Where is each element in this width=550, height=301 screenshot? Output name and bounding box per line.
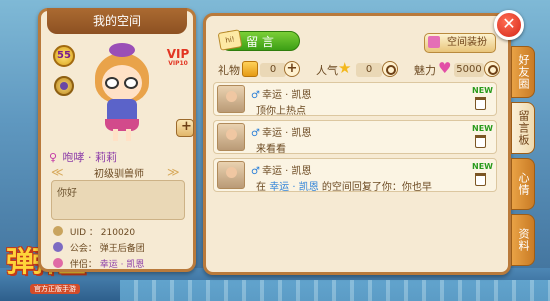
- male-icon: ♂: [251, 128, 260, 139]
- popularity-search-icon[interactable]: [382, 61, 398, 77]
- uid-row: UID ： 210020: [53, 225, 135, 238]
- message-item[interactable]: ♂ 幸运 · 凯恩 来看看 NEW: [213, 120, 497, 155]
- level-badge: 55: [53, 45, 75, 67]
- vip-label: VIP: [166, 47, 190, 61]
- tab-message-board[interactable]: 留言板: [511, 102, 535, 154]
- tab-friends-circle[interactable]: 好友圈: [511, 46, 535, 98]
- message-text-pre: 在: [256, 182, 266, 193]
- message-item[interactable]: ♂ 幸运 · 凯恩 顶你上热点 NEW: [213, 82, 497, 117]
- new-badge: NEW: [472, 86, 493, 95]
- gift-value: 0: [260, 63, 286, 77]
- character-avatar: [85, 41, 159, 141]
- gift-icon: [242, 61, 258, 77]
- profile-panel: 我的空间 55 VIP VIP10 ♀ 咆哮 · 莉莉 ≪ 初级驯兽师 ≫ 你好…: [38, 8, 196, 272]
- bio-box[interactable]: 你好: [51, 180, 185, 220]
- profile-panel-title: 我的空间: [47, 8, 187, 34]
- guild-row: 公会： 弹王后备团: [53, 241, 145, 254]
- message-author[interactable]: ♂ 幸运 · 凯恩: [251, 124, 312, 139]
- trash-icon[interactable]: [475, 135, 486, 148]
- female-icon: ♀: [49, 151, 58, 164]
- gift-label: 礼物: [218, 64, 240, 77]
- new-badge: NEW: [472, 162, 493, 171]
- tab-profile[interactable]: 资料: [511, 214, 535, 266]
- add-gift-button[interactable]: +: [284, 61, 300, 77]
- star-icon: ★: [338, 59, 352, 77]
- message-author-name: 幸运 · 凯恩: [261, 128, 312, 139]
- popularity-label: 人气: [316, 64, 338, 77]
- avatar-legs: [113, 129, 131, 141]
- guild-icon: [53, 242, 63, 252]
- charm-value: 5000: [454, 63, 484, 77]
- avatar-glasses-right: [124, 77, 138, 89]
- partner-label: 伴侣：: [69, 260, 97, 270]
- player-name: ♀ 咆哮 · 莉莉: [49, 149, 169, 165]
- guild-text: 公会： 弹王后备团: [69, 244, 145, 254]
- message-author-name: 幸运 · 凯恩: [261, 90, 312, 101]
- trash-icon[interactable]: [475, 173, 486, 186]
- heart-icon: ♥: [438, 59, 452, 77]
- message-avatar[interactable]: [217, 123, 245, 151]
- message-avatar[interactable]: [217, 161, 245, 189]
- background-water: [120, 280, 550, 301]
- tab-mood[interactable]: 心情: [511, 158, 535, 210]
- message-text: 在 幸运 · 凯恩 的空间回复了你：你也早: [256, 178, 432, 193]
- partner-value[interactable]: 幸运 · 凯恩: [100, 260, 145, 270]
- avatar-glasses-left: [105, 77, 119, 89]
- close-button[interactable]: ✕: [494, 10, 524, 40]
- message-author[interactable]: ♂ 幸运 · 凯恩: [251, 162, 312, 177]
- add-friend-button[interactable]: [176, 119, 194, 137]
- message-avatar[interactable]: [217, 85, 245, 113]
- trash-icon[interactable]: [475, 97, 486, 110]
- hi-sign-icon: hi!: [217, 29, 243, 51]
- medal-icon[interactable]: [54, 76, 74, 96]
- vip-level: VIP10: [168, 60, 188, 67]
- partner-icon: [53, 258, 63, 268]
- uid-icon: [53, 226, 63, 236]
- avatar-bow: [109, 43, 135, 57]
- player-title: 初级驯兽师: [94, 169, 144, 180]
- new-badge: NEW: [472, 124, 493, 133]
- uid-text: UID ： 210020: [69, 228, 136, 238]
- charm-label: 魅力: [414, 64, 436, 77]
- charm-search-icon[interactable]: [484, 61, 500, 77]
- message-text-post: 的空间回复了你：你也早: [321, 182, 432, 193]
- logo-subtitle: 官方正版手游: [30, 284, 80, 294]
- popularity-value: 0: [356, 63, 382, 77]
- message-author-name: 幸运 · 凯恩: [261, 166, 312, 177]
- vip-badge: VIP VIP10: [165, 47, 191, 69]
- partner-row: 伴侣： 幸运 · 凯恩: [53, 257, 144, 270]
- message-text: 来看看: [256, 144, 286, 155]
- wing-right-icon: ≫: [167, 165, 180, 179]
- stats-row: 礼物 0 + 人气 ★ 0 魅力 ♥ 5000: [216, 61, 506, 79]
- male-icon: ♂: [251, 166, 260, 177]
- message-space-link[interactable]: 幸运 · 凯恩: [269, 182, 319, 193]
- message-author[interactable]: ♂ 幸运 · 凯恩: [251, 86, 312, 101]
- male-icon: ♂: [251, 90, 260, 101]
- message-item[interactable]: ♂ 幸运 · 凯恩 在 幸运 · 凯恩 的空间回复了你：你也早 NEW: [213, 158, 497, 193]
- wing-left-icon: ≪: [51, 165, 64, 179]
- message-text: 顶你上热点: [256, 106, 306, 117]
- decorate-gift-icon: [428, 36, 440, 48]
- player-name-text: 咆哮 · 莉莉: [62, 151, 118, 164]
